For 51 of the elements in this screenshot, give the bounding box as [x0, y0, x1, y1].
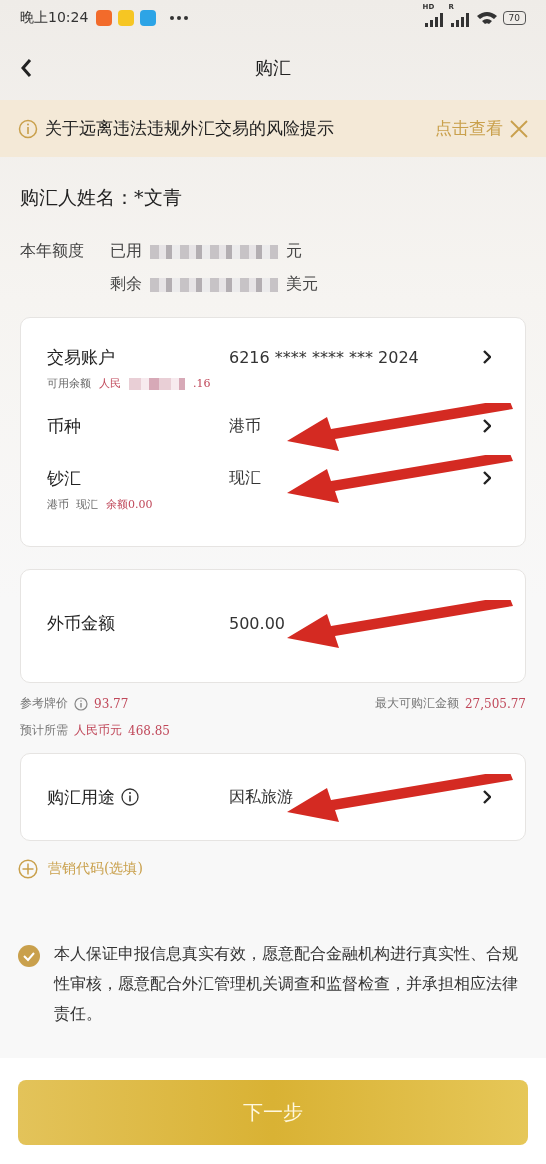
currency-unit: 美元	[286, 274, 318, 295]
field-value: 500.00	[229, 613, 286, 633]
field-value: 6216 **** **** *** 2024	[229, 347, 420, 367]
agreement-text: 本人保证申报信息真实有效，愿意配合金融机构进行真实性、合规性审核，愿意配合外汇管理机关调查和监督检查，并承担相应法律责任。	[54, 943, 519, 1025]
field-label: 钞汇	[47, 466, 82, 490]
more-icon	[170, 16, 189, 20]
info-icon	[18, 118, 38, 139]
signal-icon	[424, 13, 445, 27]
back-icon[interactable]	[20, 58, 32, 78]
notice-text: 关于远离违法违规外汇交易的风险提示	[45, 117, 335, 140]
add-icon[interactable]	[18, 859, 38, 879]
purpose-card[interactable]: 购汇用途 因私旅游	[20, 753, 526, 841]
app-icon	[118, 10, 135, 26]
sub-value: 人民	[99, 376, 121, 391]
info-icon	[74, 696, 88, 711]
sub-label: 港币 现汇	[47, 497, 98, 512]
buyer-name: 购汇人姓名：*文青	[19, 185, 183, 210]
checkbox[interactable]	[18, 945, 40, 967]
marketing-code-link[interactable]: 营销代码(选填)	[48, 860, 143, 878]
field-value: 因私旅游	[229, 786, 294, 808]
sub-label: 可用余额	[47, 376, 91, 391]
currency-label: 人民币元	[74, 722, 122, 739]
wifi-icon	[476, 10, 497, 26]
remaining-label: 剩余	[110, 274, 142, 295]
quota-label: 本年额度	[20, 241, 84, 262]
status-time: 晚上10:24	[20, 9, 89, 27]
app-icon	[140, 10, 157, 26]
field-label: 交易账户	[47, 345, 116, 369]
estimate-value: 468.85	[128, 723, 170, 738]
close-icon[interactable]	[510, 119, 528, 138]
view-link[interactable]: 点击查看	[435, 117, 503, 140]
field-label: 外币金额	[47, 611, 116, 635]
max-value: 27,505.77	[464, 696, 526, 711]
used-label: 已用	[110, 241, 142, 262]
field-label: 币种	[47, 414, 82, 438]
field-value: 现汇	[229, 467, 262, 489]
estimate-label: 预计所需	[20, 722, 68, 739]
rate-value: 93.77	[94, 696, 129, 711]
page-title: 购汇	[255, 56, 291, 80]
currency-unit: 元	[286, 241, 302, 262]
app-icon	[96, 10, 113, 26]
field-label: 购汇用途	[47, 785, 115, 809]
info-icon	[121, 788, 139, 806]
sub-value: .16	[193, 377, 211, 390]
field-value: 港币	[229, 415, 262, 437]
battery-level: 70	[502, 11, 526, 25]
next-button[interactable]: 下一步	[18, 1080, 528, 1145]
signal-icon	[450, 13, 471, 27]
max-label: 最大可购汇金额	[374, 695, 459, 712]
rate-label: 参考牌价	[20, 695, 68, 712]
sub-value: 余额0.00	[106, 497, 153, 512]
